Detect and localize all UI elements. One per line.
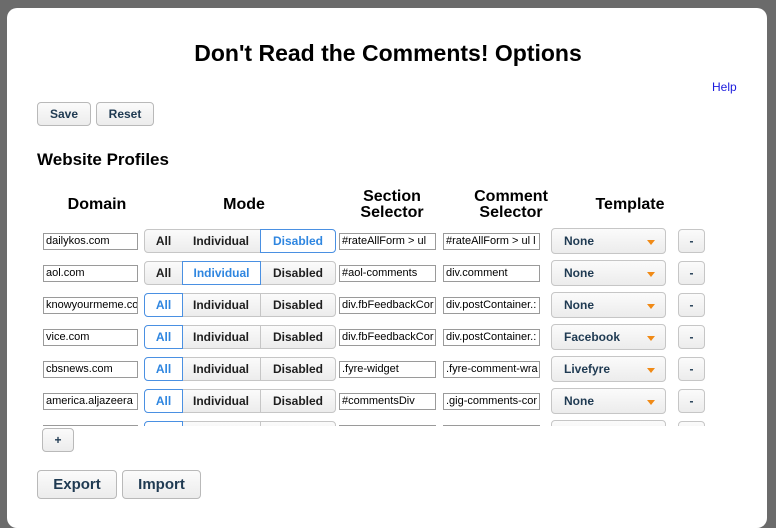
template-select-value: None [564,266,594,280]
mode-individual-button[interactable]: Individual [182,389,261,413]
template-select[interactable]: Facebook [551,324,666,350]
template-select-value: None [564,298,594,312]
chevron-down-icon [647,368,655,373]
comment-selector-input[interactable]: .fyre-comment-wra [443,361,540,378]
mode-individual-button[interactable]: Individual [182,229,261,253]
website-profiles-heading: Website Profiles [37,150,169,169]
remove-profile-button[interactable]: - [678,261,705,285]
mode-all-button[interactable]: All [144,293,183,317]
template-select[interactable]: None [551,228,666,254]
section-selector-input[interactable]: div.fbFeedbackCor [339,329,436,346]
template-select[interactable]: None [551,292,666,318]
chevron-down-icon [647,400,655,405]
column-header-domain: Domain [67,196,127,213]
mode-individual-button[interactable]: Individual [182,421,261,426]
column-header-mode: Mode [223,196,265,213]
section-selector-input[interactable]: .fyre-widget [339,361,436,378]
remove-profile-button[interactable]: - [678,229,705,253]
mode-disabled-button[interactable]: Disabled [260,261,336,285]
template-select[interactable] [551,420,666,426]
template-select[interactable]: Livefyre [551,356,666,382]
column-header-section-line2: Selector [360,204,424,221]
help-link[interactable]: Help [712,80,737,94]
section-selector-input[interactable]: #commentsDiv [339,393,436,410]
mode-individual-button[interactable]: Individual [182,325,261,349]
remove-profile-button[interactable]: - [678,357,705,381]
template-select[interactable]: None [551,388,666,414]
mode-individual-button[interactable]: Individual [182,261,261,285]
section-selector-input[interactable]: #rateAllForm > ul [339,233,436,250]
mode-disabled-button[interactable]: Disabled [260,421,336,426]
comment-selector-input[interactable] [443,425,540,426]
import-button[interactable]: Import [122,470,201,499]
remove-profile-button[interactable]: - [678,421,705,426]
profile-row: aol.com All Individual Disabled #aol-comment… [0,257,776,289]
profile-row: AllIndividualDisabled - [0,417,776,426]
mode-disabled-button[interactable]: Disabled [260,293,336,317]
profile-row: cbsnews.com All Individual Disabled .fyre-wi… [0,353,776,385]
template-select-value: Livefyre [564,362,611,376]
remove-profile-button[interactable]: - [678,325,705,349]
remove-profile-button[interactable]: - [678,293,705,317]
section-selector-input[interactable]: #aol-comments [339,265,436,282]
remove-profile-button[interactable]: - [678,389,705,413]
column-header-comment-line1: Comment [474,188,548,205]
page-title: Don't Read the Comments! Options [194,40,582,66]
mode-disabled-button[interactable]: Disabled [260,357,336,381]
profiles-table: dailykos.com All Individual Disabled #rateAl… [0,225,776,426]
reset-button[interactable]: Reset [96,102,154,126]
mode-disabled-button[interactable]: Disabled [260,229,336,253]
comment-selector-input[interactable]: div.comment [443,265,540,282]
chevron-down-icon [647,304,655,309]
mode-individual-button[interactable]: Individual [182,293,261,317]
comment-selector-input[interactable]: div.postContainer.: [443,297,540,314]
comment-selector-input[interactable]: .gig-comments-cor [443,393,540,410]
save-button[interactable]: Save [37,102,91,126]
profile-row: vice.com All Individual Disabled div.fbFeedb… [0,321,776,353]
domain-input[interactable]: knowyourmeme.co [43,297,138,314]
mode-individual-button[interactable]: Individual [182,357,261,381]
mode-all-button[interactable]: All [144,261,183,285]
column-header-section-selector: Section Selector [342,189,442,221]
domain-input[interactable]: cbsnews.com [43,361,138,378]
section-selector-input[interactable]: div.fbFeedbackCor [339,297,436,314]
mode-all-button[interactable]: All [144,421,183,426]
add-profile-button[interactable]: + [42,428,74,452]
comment-selector-input[interactable]: div.postContainer.: [443,329,540,346]
chevron-down-icon [647,272,655,277]
comment-selector-input[interactable]: #rateAllForm > ul l [443,233,540,250]
domain-input[interactable] [43,425,138,426]
mode-disabled-button[interactable]: Disabled [260,325,336,349]
mode-all-button[interactable]: All [144,325,183,349]
column-header-template: Template [595,196,665,213]
domain-input[interactable]: vice.com [43,329,138,346]
export-button[interactable]: Export [37,470,117,499]
column-header-comment-selector: Comment Selector [461,189,561,221]
profile-row: dailykos.com All Individual Disabled #rateAl… [0,225,776,257]
column-header-comment-line2: Selector [479,204,543,221]
mode-all-button[interactable]: All [144,229,183,253]
profile-row: knowyourmeme.co All Individual Disabled div.… [0,289,776,321]
column-header-section-line1: Section [363,188,421,205]
domain-input[interactable]: america.aljazeera [43,393,138,410]
template-select-value: Facebook [564,330,621,344]
domain-input[interactable]: dailykos.com [43,233,138,250]
chevron-down-icon [647,240,655,245]
mode-all-button[interactable]: All [144,357,183,381]
profile-row: america.aljazeera All Individual Disabled #c… [0,385,776,417]
chevron-down-icon [647,336,655,341]
domain-input[interactable]: aol.com [43,265,138,282]
mode-disabled-button[interactable]: Disabled [260,389,336,413]
template-select-value: None [564,394,594,408]
section-selector-input[interactable] [339,425,436,426]
mode-all-button[interactable]: All [144,389,183,413]
template-select[interactable]: None [551,260,666,286]
template-select-value: None [564,234,594,248]
